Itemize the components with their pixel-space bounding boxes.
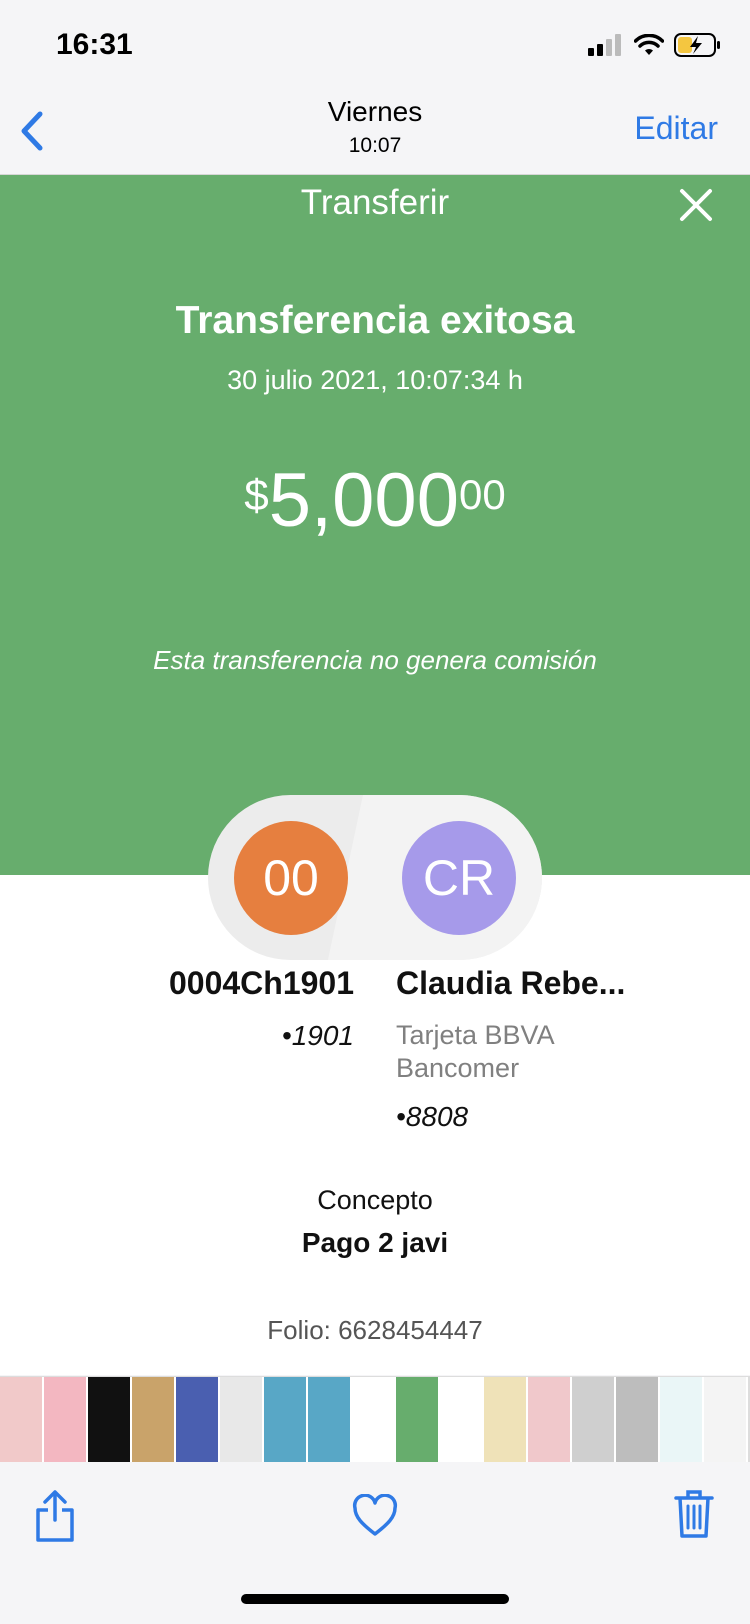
- signal-icon: [588, 34, 621, 56]
- to-avatar: CR: [402, 821, 516, 935]
- battery-icon: [674, 33, 720, 57]
- close-icon: [680, 189, 712, 221]
- amount-decimals: 00: [458, 471, 506, 518]
- receipt-header-title: Transferir: [300, 183, 450, 222]
- from-account-name: 0004Ch1901: [168, 965, 354, 1001]
- filmstrip-thumbnail[interactable]: [264, 1377, 306, 1463]
- filmstrip-thumbnail[interactable]: [528, 1377, 570, 1463]
- filmstrip-thumbnail[interactable]: [352, 1377, 394, 1463]
- status-time: 16:31: [56, 28, 133, 61]
- filmstrip-thumbnail[interactable]: [88, 1377, 130, 1463]
- to-bank-line2: Bancomer: [396, 1053, 520, 1083]
- status-icons: [588, 30, 722, 60]
- fee-note: Esta transferencia no genera comisión: [153, 645, 597, 675]
- home-indicator: [241, 1594, 509, 1604]
- status-bar: 16:31: [0, 0, 750, 88]
- filmstrip-thumbnail[interactable]: [440, 1377, 482, 1463]
- folio-number: Folio: 6628454447: [267, 1315, 483, 1345]
- concept-label: Concepto: [317, 1185, 433, 1215]
- photo-filmstrip[interactable]: [0, 1376, 750, 1464]
- filmstrip-thumbnail[interactable]: [44, 1377, 86, 1463]
- receipt-headline: Transferencia exitosa: [175, 299, 575, 342]
- edit-button[interactable]: Editar: [634, 110, 718, 147]
- filmstrip-thumbnail[interactable]: [616, 1377, 658, 1463]
- filmstrip-thumbnail[interactable]: [572, 1377, 614, 1463]
- photos-nav-bar: Viernes 10:07 Editar: [0, 88, 750, 175]
- transfer-amount: $5,00000: [0, 457, 750, 544]
- filmstrip-thumbnail[interactable]: [484, 1377, 526, 1463]
- to-account-name: Claudia Rebe...: [396, 965, 626, 1001]
- filmstrip-thumbnail[interactable]: [132, 1377, 174, 1463]
- accounts-pill: 00 CR: [208, 795, 542, 960]
- filmstrip-thumbnail[interactable]: [704, 1377, 746, 1463]
- trash-icon[interactable]: [674, 1488, 714, 1540]
- receipt-datetime: 30 julio 2021, 10:07:34 h: [227, 365, 523, 395]
- heart-icon[interactable]: [352, 1494, 398, 1538]
- to-bank-line1: Tarjeta BBVA: [396, 1020, 555, 1050]
- from-avatar: 00: [234, 821, 348, 935]
- filmstrip-thumbnail[interactable]: [660, 1377, 702, 1463]
- filmstrip-thumbnail[interactable]: [0, 1377, 42, 1463]
- wifi-icon: [634, 34, 664, 55]
- filmstrip-thumbnail[interactable]: [396, 1377, 438, 1463]
- filmstrip-thumbnail[interactable]: [220, 1377, 262, 1463]
- amount-currency: $: [244, 471, 269, 520]
- to-account-number: •8808: [396, 1101, 469, 1132]
- share-icon[interactable]: [34, 1490, 76, 1542]
- from-account-number: •1901: [281, 1020, 354, 1051]
- filmstrip-thumbnail[interactable]: [308, 1377, 350, 1463]
- receipt-header-panel: Transferir Transferencia exitosa 30 juli…: [0, 175, 750, 875]
- concept-value: Pago 2 javi: [301, 1227, 449, 1258]
- amount-integer: 5,000: [268, 458, 459, 543]
- filmstrip-thumbnail[interactable]: [176, 1377, 218, 1463]
- photo-content: Transferir Transferencia exitosa 30 juli…: [0, 175, 750, 1375]
